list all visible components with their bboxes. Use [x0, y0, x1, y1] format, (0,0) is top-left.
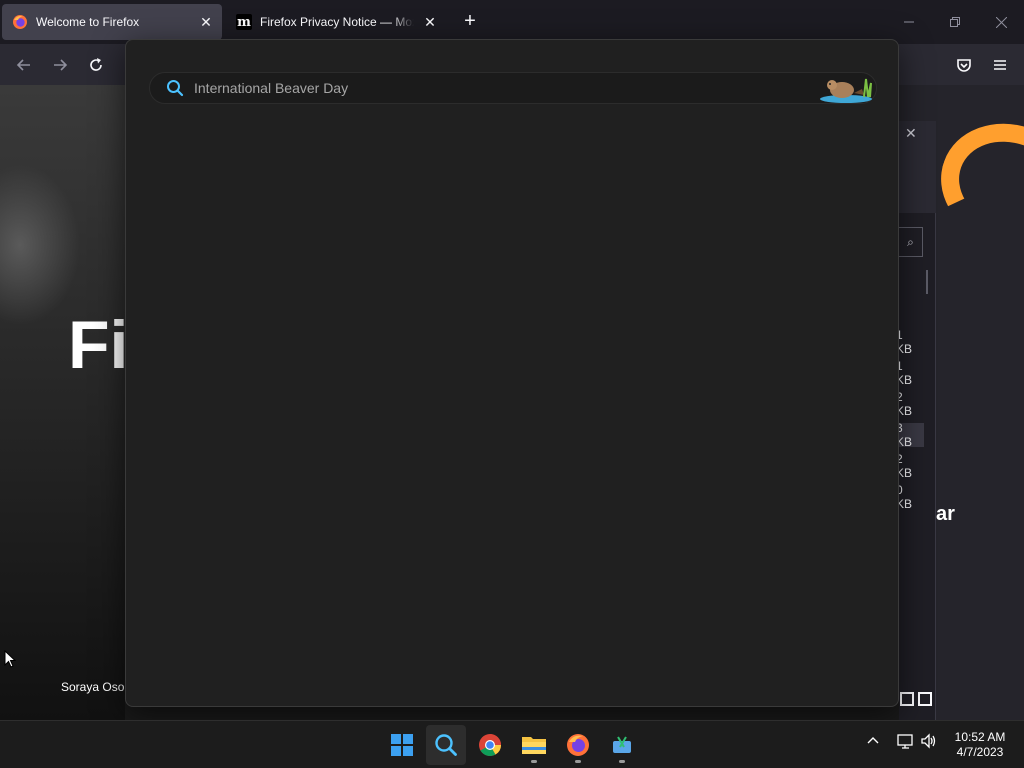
restore-button[interactable] — [932, 8, 978, 36]
show-hidden-icons-button[interactable] — [866, 733, 880, 750]
running-indicator — [619, 760, 625, 763]
menu-button[interactable] — [986, 52, 1014, 78]
restore-icon — [950, 17, 960, 27]
hamburger-menu-icon — [994, 60, 1006, 70]
dialog-divider — [926, 270, 928, 294]
chevron-up-icon — [867, 737, 879, 744]
tab-bar: Welcome to Firefox ✕ m Firefox Privacy N… — [0, 0, 1024, 44]
network-button[interactable] — [897, 733, 915, 752]
details-view-icon[interactable] — [900, 692, 914, 706]
file-size[interactable]: 2 KB — [896, 452, 924, 480]
taskbar-snipping-tool[interactable] — [602, 725, 642, 765]
volume-button[interactable] — [920, 733, 938, 752]
search-icon — [435, 734, 457, 756]
dialog-search-icon[interactable]: ⌕ — [899, 227, 923, 257]
taskbar-firefox[interactable] — [558, 725, 598, 765]
system-clock[interactable]: 10:52 AM 4/7/2023 — [945, 730, 1015, 760]
reload-button[interactable] — [82, 52, 110, 78]
tab-title: Firefox Privacy Notice — Mozilla — [260, 15, 414, 29]
folder-icon — [522, 737, 546, 754]
close-tab-icon[interactable]: ✕ — [422, 14, 438, 30]
search-icon — [167, 80, 184, 97]
search-flyout — [125, 39, 899, 707]
minimize-icon — [904, 21, 914, 23]
close-tab-icon[interactable]: ✕ — [198, 14, 214, 30]
close-icon — [995, 16, 1007, 28]
firefox-icon — [567, 734, 589, 756]
back-button[interactable] — [10, 52, 38, 78]
search-box[interactable] — [149, 72, 877, 104]
clock-date: 4/7/2023 — [956, 745, 1004, 759]
minimize-button[interactable] — [886, 8, 932, 36]
mozilla-icon: m — [236, 14, 252, 30]
tiles-view-icon[interactable] — [918, 692, 932, 706]
search-input[interactable] — [194, 80, 818, 96]
running-indicator — [531, 760, 537, 763]
forward-button[interactable] — [46, 52, 74, 78]
beaver-day-icon — [820, 78, 872, 103]
close-window-button[interactable] — [978, 8, 1024, 36]
arrow-right-icon — [54, 59, 68, 71]
taskbar-search-button[interactable] — [426, 725, 466, 765]
hero-photo — [0, 85, 125, 720]
taskbar-file-explorer[interactable] — [514, 725, 554, 765]
tab-welcome[interactable]: Welcome to Firefox ✕ — [2, 4, 222, 40]
clock-time: 10:52 AM — [954, 730, 1006, 744]
reload-icon — [90, 58, 102, 71]
pocket-button[interactable] — [950, 52, 978, 78]
new-tab-button[interactable]: + — [458, 10, 482, 34]
side-heading: ar — [936, 503, 955, 525]
tab-title: Welcome to Firefox — [36, 15, 140, 29]
tab-privacy-notice[interactable]: m Firefox Privacy Notice — Mozilla ✕ — [226, 4, 446, 40]
start-button[interactable] — [382, 725, 422, 765]
dialog-close-icon[interactable]: ✕ — [905, 125, 917, 142]
arrow-left-icon — [16, 59, 30, 71]
taskbar: 10:52 AM 4/7/2023 — [0, 720, 1024, 768]
pocket-icon — [957, 59, 971, 72]
network-icon — [897, 734, 913, 749]
hero-heading: Firefox he — [68, 310, 128, 380]
file-size[interactable]: 1 KB — [896, 328, 924, 356]
taskbar-chrome[interactable] — [470, 725, 510, 765]
chrome-icon — [479, 734, 501, 756]
firefox-icon — [13, 15, 27, 29]
photo-credit: Soraya Osorio — [61, 680, 125, 694]
snipping-tool-icon — [613, 736, 631, 753]
file-size[interactable]: 0 KB — [896, 483, 924, 511]
file-size[interactable]: 2 KB — [896, 390, 924, 418]
mouse-cursor-icon — [4, 650, 16, 668]
windows-start-icon — [391, 734, 413, 756]
file-size[interactable]: 1 KB — [896, 359, 924, 387]
file-size[interactable]: 3 KB — [896, 421, 924, 449]
running-indicator — [575, 760, 581, 763]
speaker-icon — [921, 733, 936, 749]
